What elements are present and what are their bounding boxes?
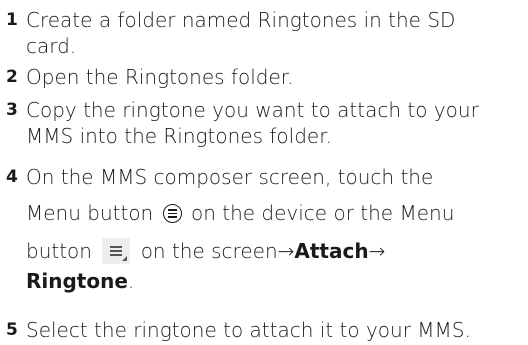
step-number: 1: [6, 10, 18, 30]
step-text-line: On the MMS composer screen, touch the: [26, 165, 434, 189]
step-number: 2: [6, 67, 18, 87]
step-number: 4: [6, 167, 18, 187]
step-4: 4 On the MMS composer screen, touch the …: [6, 164, 454, 294]
step-3: 3 Copy the ringtone you want to attach t…: [6, 97, 479, 149]
step-text-line: Open the Ringtones folder.: [26, 65, 294, 89]
step-number: 3: [6, 100, 18, 120]
step-text-fragment: button: [26, 239, 92, 263]
menu-box-icon: [102, 238, 131, 264]
step-text-line: Ringtone.: [26, 268, 454, 294]
step-text-fragment: .: [127, 269, 135, 293]
step-1: 1 Create a folder named Ringtones in the…: [6, 7, 455, 59]
step-text-fragment: Menu button: [26, 201, 154, 225]
step-text-fragment: on the device or the Menu: [190, 201, 455, 225]
step-5: 5 Select the ringtone to attach it to yo…: [6, 317, 471, 343]
step-text-line: Copy the ringtone you want to attach to …: [26, 98, 479, 122]
step-2: 2 Open the Ringtones folder.: [6, 64, 294, 90]
step-text-fragment: on the screen→: [140, 239, 295, 263]
arrow-glyph: →: [368, 239, 386, 263]
step-text-line: button on the screen→Attach→: [26, 238, 454, 264]
menu-circle-icon: [162, 204, 182, 223]
attach-label: Attach: [294, 239, 369, 263]
step-number: 5: [6, 320, 18, 340]
step-text-line: Select the ringtone to attach it to your…: [26, 318, 471, 342]
step-text-line: card.: [26, 34, 77, 58]
ringtone-label: Ringtone: [26, 269, 128, 293]
step-text-line: MMS into the Ringtones folder.: [26, 124, 332, 148]
step-text-line: Create a folder named Ringtones in the S…: [26, 8, 456, 32]
step-text-line: Menu button on the device or the Menu: [26, 200, 454, 226]
